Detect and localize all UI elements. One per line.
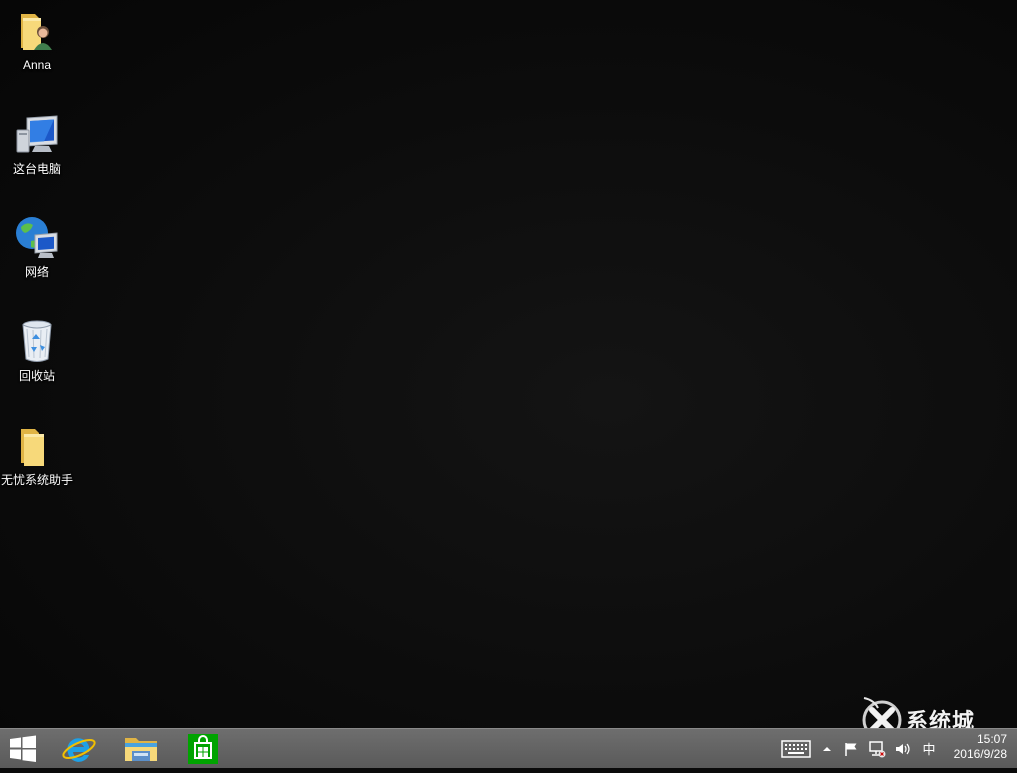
network-tray-button[interactable]: [866, 729, 888, 768]
touch-keyboard-button[interactable]: [778, 729, 814, 768]
desktop-icon-label: 这台电脑: [12, 162, 61, 176]
desktop-icon-this-pc[interactable]: 这台电脑: [0, 110, 74, 177]
store-button[interactable]: [180, 729, 226, 768]
file-explorer-button[interactable]: [118, 729, 164, 768]
store-icon: [188, 734, 218, 764]
speaker-icon: [896, 743, 910, 754]
desktop-icon-folder[interactable]: 无忧系统助手: [0, 421, 74, 488]
desktop[interactable]: Anna 这台电脑 网络 回收站 无忧系统助手: [0, 0, 1017, 728]
desktop-icon-anna[interactable]: Anna: [0, 6, 74, 73]
clock-date: 2016/9/28: [953, 747, 1007, 761]
volume-button[interactable]: [892, 729, 912, 768]
ime-indicator[interactable]: 中: [918, 729, 940, 768]
start-button[interactable]: [0, 729, 46, 768]
internet-explorer-button[interactable]: [56, 729, 102, 768]
show-hidden-icons-button[interactable]: [818, 729, 836, 768]
desktop-icon-label: 无忧系统助手: [0, 473, 73, 487]
action-center-button[interactable]: [840, 729, 862, 768]
ime-label: 中: [922, 742, 936, 757]
desktop-icon-label: Anna: [22, 58, 52, 72]
network-icon: [16, 217, 58, 258]
flag-icon: [845, 742, 857, 756]
file-explorer-icon: [125, 738, 157, 761]
desktop-icon-network[interactable]: 网络: [0, 213, 74, 280]
chevron-up-icon: [823, 746, 831, 751]
computer-icon: [16, 115, 58, 153]
user-folder-icon: [21, 14, 52, 50]
folder-icon: [21, 429, 44, 466]
network-status-icon: [869, 740, 886, 757]
keyboard-icon: [781, 739, 811, 758]
clock-time: 15:07: [976, 732, 1007, 746]
clock[interactable]: 15:07 2016/9/28: [954, 732, 1007, 762]
desktop-icon-label: 回收站: [18, 369, 55, 383]
taskbar: 中 15:07 2016/9/28: [0, 728, 1017, 768]
desktop-icon-label: 网络: [24, 265, 49, 279]
internet-explorer-icon: [62, 738, 96, 762]
recycle-bin-icon: [22, 320, 52, 362]
windows-logo-icon: [10, 735, 36, 762]
desktop-icon-recycle-bin[interactable]: 回收站: [0, 317, 74, 384]
